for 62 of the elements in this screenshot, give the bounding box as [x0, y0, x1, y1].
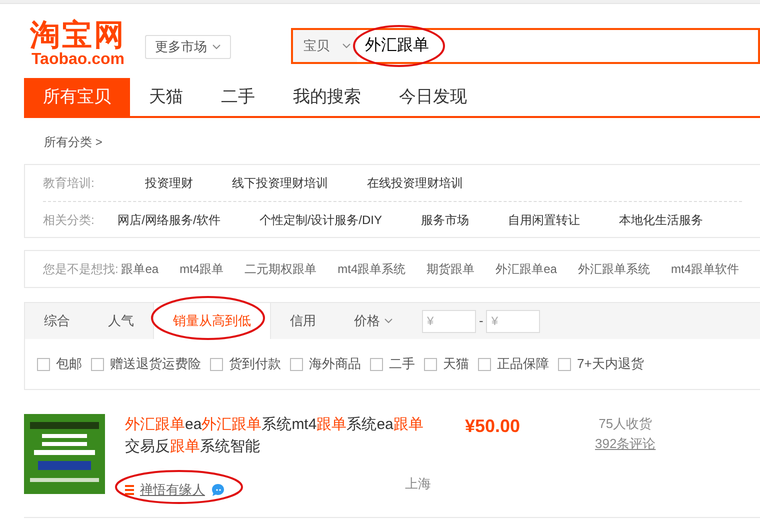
- filter-label[interactable]: 包邮: [56, 354, 82, 374]
- nav-tab[interactable]: 二手: [202, 78, 274, 116]
- nav-tab[interactable]: 我的搜索: [274, 78, 380, 116]
- sales-count: 75人收货: [598, 415, 652, 433]
- sort-option[interactable]: 信用: [271, 303, 335, 339]
- search-scope-dropdown[interactable]: 宝贝: [293, 30, 357, 62]
- checkbox[interactable]: [37, 358, 50, 370]
- filter-label[interactable]: 7+天内退货: [577, 354, 644, 374]
- filter-label[interactable]: 正品保障: [497, 354, 549, 374]
- caret-icon: [384, 318, 393, 324]
- sort-option[interactable]: 综合: [25, 303, 89, 339]
- checkbox[interactable]: [558, 358, 571, 370]
- product-title[interactable]: 外汇跟单ea外汇跟单系统mt4跟单系统ea跟单 交易反跟单系统智能: [125, 414, 425, 458]
- breadcrumb-link[interactable]: 所有分类 >: [44, 134, 102, 150]
- price-max-field[interactable]: ¥: [486, 310, 540, 332]
- category-link[interactable]: 在线投资理财培训: [367, 174, 463, 192]
- sort-option[interactable]: 人气: [89, 303, 153, 339]
- suggestion-link[interactable]: mt4跟单: [180, 260, 224, 278]
- price-separator: -: [479, 312, 484, 330]
- category-link[interactable]: 自用闲置转让: [508, 210, 580, 228]
- nav-tab[interactable]: 天猫: [130, 78, 202, 116]
- checkbox[interactable]: [370, 358, 383, 370]
- market-dropdown[interactable]: 更多市场: [145, 35, 231, 59]
- reviews-link[interactable]: 392条评论: [595, 434, 656, 454]
- price-min-field[interactable]: ¥: [422, 310, 476, 332]
- checkbox[interactable]: [424, 358, 437, 370]
- filter-label[interactable]: 二手: [389, 354, 415, 374]
- suggestion-link[interactable]: 期货跟单: [426, 260, 475, 278]
- filter-label[interactable]: 海外商品: [309, 354, 361, 374]
- category-link[interactable]: 服务市场: [421, 210, 469, 228]
- suggestion-link[interactable]: 跟单ea: [121, 260, 159, 278]
- checkbox[interactable]: [91, 358, 104, 370]
- checkbox[interactable]: [478, 358, 491, 370]
- filter-label[interactable]: 赠送退货运费险: [110, 354, 201, 374]
- product-price: ¥50.00: [465, 415, 522, 438]
- filter-label[interactable]: 天猫: [443, 354, 469, 374]
- sort-option[interactable]: 价格: [335, 303, 412, 339]
- filter-label[interactable]: 货到付款: [229, 354, 281, 374]
- suggestion-link[interactable]: mt4跟单软件: [670, 260, 739, 278]
- checkbox[interactable]: [210, 358, 223, 370]
- caret-icon: [342, 43, 350, 49]
- chat-bubble-icon[interactable]: [211, 482, 225, 497]
- logo-mark: 淘宝网: [30, 20, 126, 52]
- category-link[interactable]: 个性定制/设计服务/DIY: [259, 210, 382, 228]
- category-link[interactable]: 本地化生活服务: [619, 210, 703, 228]
- category-label: 相关分类:: [43, 212, 96, 228]
- logo-domain: Taobao.com: [31, 52, 125, 68]
- search-box[interactable]: 宝贝 外汇跟单: [291, 28, 760, 64]
- location-text: 上海: [405, 475, 431, 493]
- suggestion-link[interactable]: mt4跟单系统: [338, 260, 406, 278]
- checkbox[interactable]: [290, 358, 303, 370]
- suggestion-link[interactable]: 外汇跟单ea: [496, 260, 557, 278]
- suggestion-link[interactable]: 二元期权跟单: [244, 260, 317, 278]
- category-link[interactable]: 线下投资理财培训: [232, 174, 328, 192]
- suggestion-link[interactable]: 外汇跟单系统: [578, 260, 650, 278]
- nav-tab[interactable]: 今日发现: [380, 78, 486, 116]
- category-link[interactable]: 网店/网络服务/软件: [118, 210, 220, 228]
- list-icon: [125, 484, 134, 495]
- suggestion-label: 您是不是想找:: [43, 261, 120, 278]
- caret-icon: [212, 44, 221, 50]
- category-label: 教育培训:: [43, 175, 96, 192]
- category-link[interactable]: 投资理财: [145, 174, 193, 192]
